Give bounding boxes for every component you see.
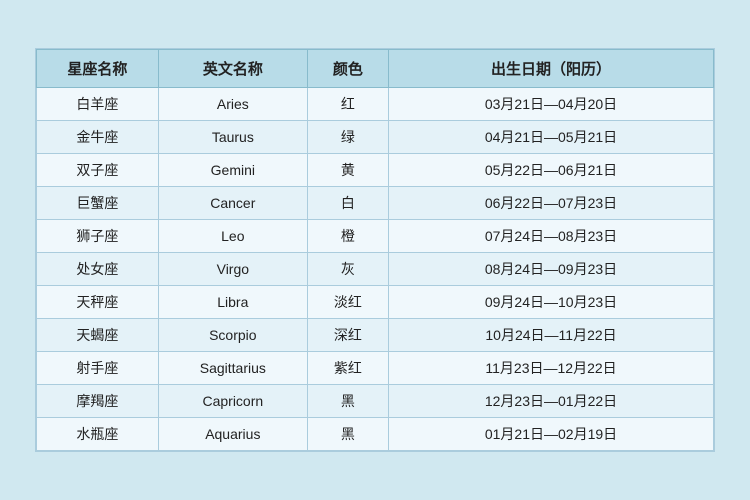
table-row: 白羊座Aries红03月21日—04月20日 [37,88,714,121]
table-row: 双子座Gemini黄05月22日—06月21日 [37,154,714,187]
table-row: 摩羯座Capricorn黑12月23日—01月22日 [37,385,714,418]
table-row: 巨蟹座Cancer白06月22日—07月23日 [37,187,714,220]
cell-english: Aries [158,88,307,121]
header-english: 英文名称 [158,50,307,88]
table-header-row: 星座名称 英文名称 颜色 出生日期（阳历） [37,50,714,88]
cell-date: 12月23日—01月22日 [389,385,714,418]
cell-chinese: 双子座 [37,154,159,187]
table-row: 狮子座Leo橙07月24日—08月23日 [37,220,714,253]
cell-color: 黑 [307,385,388,418]
cell-date: 11月23日—12月22日 [389,352,714,385]
cell-date: 09月24日—10月23日 [389,286,714,319]
cell-english: Sagittarius [158,352,307,385]
header-color: 颜色 [307,50,388,88]
zodiac-table: 星座名称 英文名称 颜色 出生日期（阳历） 白羊座Aries红03月21日—04… [36,49,714,451]
cell-color: 红 [307,88,388,121]
cell-chinese: 水瓶座 [37,418,159,451]
cell-chinese: 白羊座 [37,88,159,121]
cell-english: Scorpio [158,319,307,352]
table-row: 金牛座Taurus绿04月21日—05月21日 [37,121,714,154]
cell-chinese: 处女座 [37,253,159,286]
cell-date: 05月22日—06月21日 [389,154,714,187]
cell-chinese: 巨蟹座 [37,187,159,220]
cell-english: Gemini [158,154,307,187]
table-row: 射手座Sagittarius紫红11月23日—12月22日 [37,352,714,385]
cell-date: 03月21日—04月20日 [389,88,714,121]
zodiac-table-container: 星座名称 英文名称 颜色 出生日期（阳历） 白羊座Aries红03月21日—04… [35,48,715,452]
cell-date: 06月22日—07月23日 [389,187,714,220]
cell-color: 深红 [307,319,388,352]
cell-color: 黄 [307,154,388,187]
cell-date: 04月21日—05月21日 [389,121,714,154]
cell-chinese: 摩羯座 [37,385,159,418]
cell-english: Leo [158,220,307,253]
cell-date: 08月24日—09月23日 [389,253,714,286]
cell-english: Aquarius [158,418,307,451]
cell-chinese: 天蝎座 [37,319,159,352]
cell-date: 10月24日—11月22日 [389,319,714,352]
cell-english: Libra [158,286,307,319]
table-row: 处女座Virgo灰08月24日—09月23日 [37,253,714,286]
cell-color: 紫红 [307,352,388,385]
cell-english: Capricorn [158,385,307,418]
cell-color: 绿 [307,121,388,154]
cell-date: 01月21日—02月19日 [389,418,714,451]
table-body: 白羊座Aries红03月21日—04月20日金牛座Taurus绿04月21日—0… [37,88,714,451]
cell-color: 淡红 [307,286,388,319]
header-chinese: 星座名称 [37,50,159,88]
header-date: 出生日期（阳历） [389,50,714,88]
table-row: 天秤座Libra淡红09月24日—10月23日 [37,286,714,319]
cell-date: 07月24日—08月23日 [389,220,714,253]
cell-chinese: 狮子座 [37,220,159,253]
cell-chinese: 天秤座 [37,286,159,319]
table-row: 水瓶座Aquarius黑01月21日—02月19日 [37,418,714,451]
cell-chinese: 金牛座 [37,121,159,154]
cell-english: Taurus [158,121,307,154]
cell-color: 灰 [307,253,388,286]
table-row: 天蝎座Scorpio深红10月24日—11月22日 [37,319,714,352]
cell-color: 黑 [307,418,388,451]
cell-chinese: 射手座 [37,352,159,385]
cell-color: 橙 [307,220,388,253]
cell-english: Virgo [158,253,307,286]
cell-color: 白 [307,187,388,220]
cell-english: Cancer [158,187,307,220]
